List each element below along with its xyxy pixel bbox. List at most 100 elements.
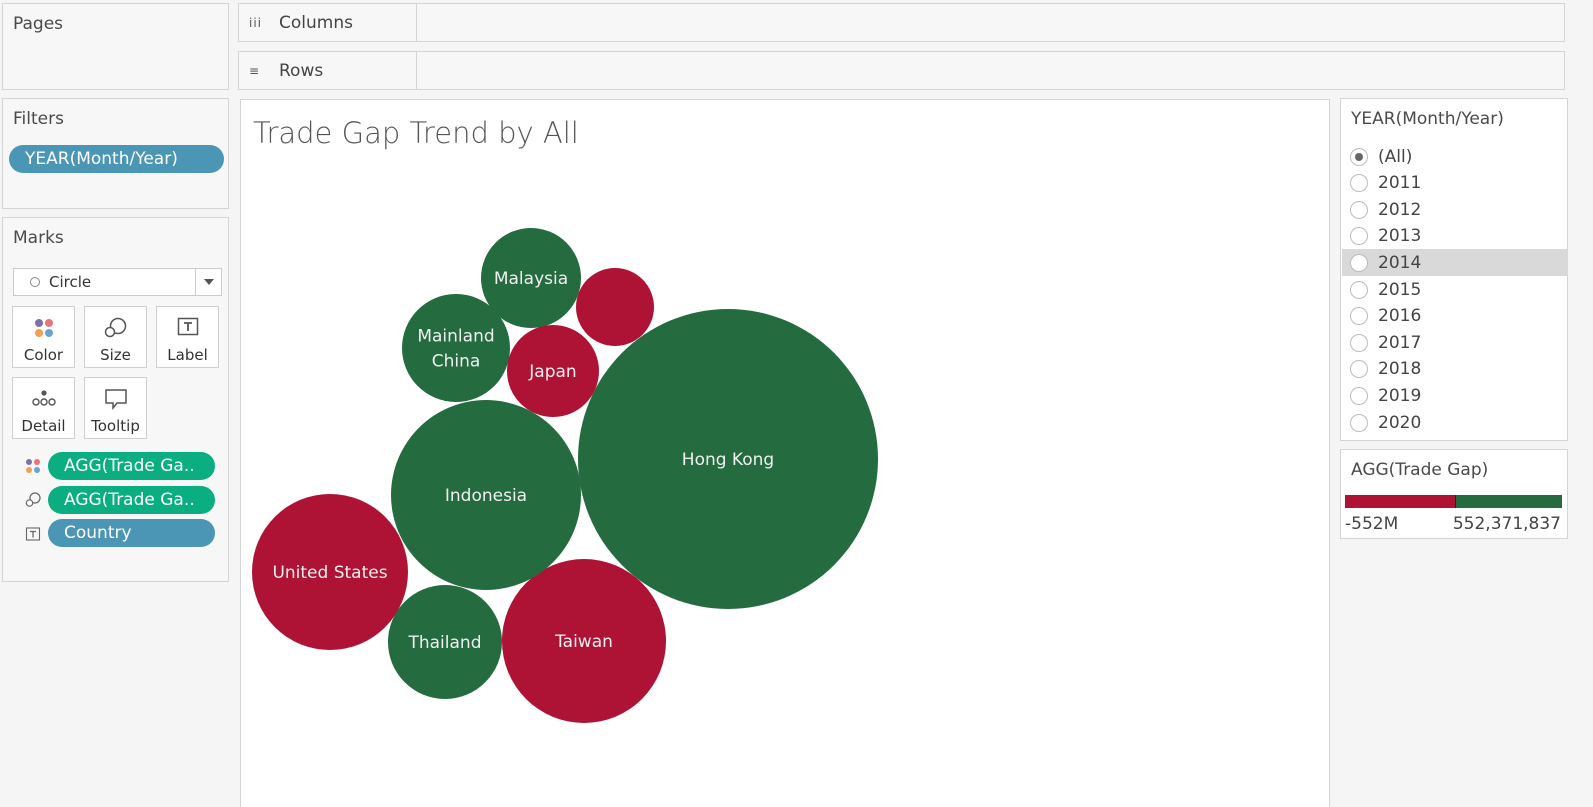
year-option-label: 2013 <box>1378 226 1422 247</box>
detail-button-label: Detail <box>21 417 66 435</box>
year-option-2014[interactable]: 2014 <box>1342 249 1568 277</box>
columns-shelf-label: iii Columns <box>239 4 417 41</box>
year-option-2012[interactable]: 2012 <box>1342 196 1568 223</box>
year-option-all[interactable]: (All) <box>1342 143 1568 170</box>
color-legend-ramp <box>1344 494 1563 509</box>
bubble-hong-kong[interactable]: Hong Kong <box>578 309 878 609</box>
year-option-2020[interactable]: 2020 <box>1342 409 1568 436</box>
columns-label: Columns <box>279 12 353 33</box>
color-button[interactable]: Color <box>12 306 75 368</box>
bubble-label: Japan <box>528 362 576 382</box>
bubble-indonesia[interactable]: Indonesia <box>391 400 581 590</box>
size-button[interactable]: Size <box>84 306 147 368</box>
mark-type-dropdown[interactable]: Circle <box>13 268 222 296</box>
radio-button-icon[interactable] <box>1350 307 1368 326</box>
radio-button-icon[interactable] <box>1350 253 1368 272</box>
year-option-label: 2011 <box>1378 173 1422 194</box>
color-button-label: Color <box>23 346 64 364</box>
year-option-2017[interactable]: 2017 <box>1342 329 1568 356</box>
columns-shelf[interactable]: iii Columns <box>238 3 1565 42</box>
bubble-label: Indonesia <box>445 486 527 506</box>
filters-shelf[interactable]: Filters YEAR(Month/Year) <box>2 98 229 209</box>
color-icon <box>26 459 40 473</box>
pages-title: Pages <box>13 14 64 34</box>
year-filter-card: YEAR(Month/Year) (All) 2011 2012 2013 2014 20… <box>1340 98 1568 441</box>
radio-button-icon[interactable] <box>1350 333 1368 352</box>
bubble-label: Taiwan <box>554 632 613 652</box>
tooltip-button-label: Tooltip <box>91 417 140 435</box>
legend-min-label: -552M <box>1345 514 1399 534</box>
label-icon <box>177 317 198 336</box>
bubble-unlabeled[interactable] <box>576 268 654 346</box>
bubble-label: Thailand <box>407 633 481 653</box>
bubble-mark[interactable] <box>576 268 654 346</box>
radio-button-icon[interactable] <box>1350 200 1368 219</box>
bubble-label: Hong Kong <box>682 450 774 470</box>
year-option-2013[interactable]: 2013 <box>1342 223 1568 250</box>
year-option-label: 2020 <box>1378 412 1422 433</box>
legend-positive-swatch <box>1455 495 1562 508</box>
bubble-malaysia[interactable]: Malaysia <box>481 228 581 328</box>
columns-icon: iii <box>249 15 263 30</box>
color-legend-title: AGG(Trade Gap) <box>1351 460 1489 480</box>
radio-button-icon[interactable] <box>1350 386 1368 405</box>
rows-icon: ≡ <box>249 63 261 78</box>
year-option-2019[interactable]: 2019 <box>1342 382 1568 409</box>
rows-shelf-label: ≡ Rows <box>239 52 417 89</box>
tooltip-button[interactable]: Tooltip <box>84 377 147 439</box>
year-filter-title: YEAR(Month/Year) <box>1351 109 1504 129</box>
radio-button-icon[interactable] <box>1350 280 1368 299</box>
year-option-2016[interactable]: 2016 <box>1342 303 1568 330</box>
viz-pane: Trade Gap Trend by All Hong Kong Taiwan In… <box>240 99 1330 807</box>
year-option-label: 2014 <box>1378 252 1422 273</box>
bubble-japan[interactable]: Japan <box>507 325 599 417</box>
bubble-taiwan[interactable]: Taiwan <box>502 559 666 723</box>
detail-button[interactable]: Detail <box>12 377 75 439</box>
year-option-2015[interactable]: 2015 <box>1342 276 1568 303</box>
year-option-label: 2015 <box>1378 279 1422 300</box>
size-button-label: Size <box>100 346 131 364</box>
radio-button-icon[interactable] <box>1350 174 1368 193</box>
color-legend-card: AGG(Trade Gap) -552M 552,371,837 <box>1340 449 1568 539</box>
year-option-label: (All) <box>1378 146 1413 167</box>
color-icon <box>34 319 53 337</box>
marks-field-size[interactable]: AGG(Trade Ga.. <box>48 486 215 514</box>
marks-field-label[interactable]: Country <box>48 519 215 547</box>
circle-mark-icon <box>30 277 40 287</box>
radio-button-icon[interactable] <box>1350 147 1368 166</box>
filters-title: Filters <box>13 109 64 129</box>
marks-title: Marks <box>13 228 64 248</box>
radio-button-icon[interactable] <box>1350 227 1368 246</box>
size-icon <box>104 317 126 338</box>
bubble-label: United States <box>272 563 387 583</box>
label-button-label: Label <box>167 346 208 364</box>
size-icon <box>25 492 41 507</box>
rows-shelf[interactable]: ≡ Rows <box>238 51 1565 90</box>
chevron-down-icon[interactable] <box>195 269 221 295</box>
year-option-label: 2018 <box>1378 359 1422 380</box>
mark-type-value: Circle <box>49 273 92 291</box>
radio-button-icon[interactable] <box>1350 413 1368 432</box>
rows-label: Rows <box>279 60 324 81</box>
label-button[interactable]: Label <box>156 306 219 368</box>
year-option-2011[interactable]: 2011 <box>1342 170 1568 197</box>
marks-card: Marks Circle Color Size Label Detail Too… <box>2 217 229 582</box>
bubble-united-states[interactable]: United States <box>252 494 408 650</box>
bubble-label: Mainland <box>417 327 494 347</box>
filter-pill-year[interactable]: YEAR(Month/Year) <box>9 145 224 173</box>
legend-negative-swatch <box>1345 495 1455 508</box>
tooltip-icon <box>104 389 127 410</box>
bubble-label: Malaysia <box>494 269 568 289</box>
year-option-label: 2016 <box>1378 306 1422 327</box>
radio-button-icon[interactable] <box>1350 360 1368 379</box>
bubble-thailand[interactable]: Thailand <box>388 585 502 699</box>
pages-shelf[interactable]: Pages <box>2 3 229 90</box>
marks-field-color[interactable]: AGG(Trade Ga.. <box>48 452 215 480</box>
year-option-label: 2017 <box>1378 332 1422 353</box>
legend-max-label: 552,371,837 <box>1452 514 1561 534</box>
bubble-chart: Hong Kong Taiwan Indonesia United States Tha… <box>252 228 878 723</box>
year-option-label: 2019 <box>1378 385 1422 406</box>
year-option-2018[interactable]: 2018 <box>1342 356 1568 383</box>
label-icon <box>25 527 41 541</box>
detail-icon <box>31 390 56 406</box>
